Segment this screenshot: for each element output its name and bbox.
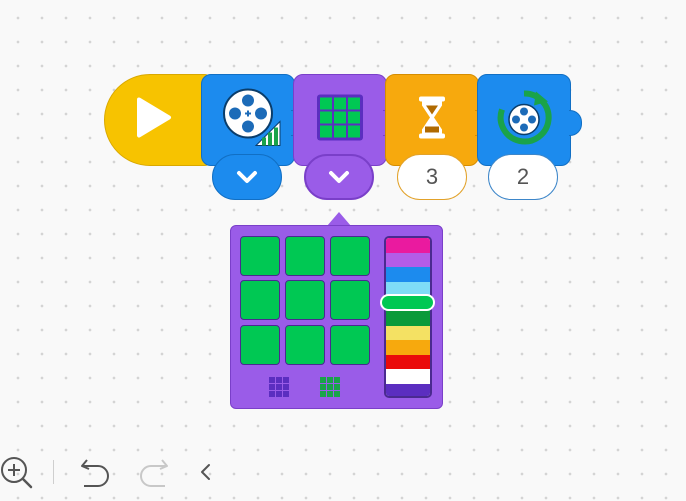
grid-cell[interactable] [285,236,325,276]
hourglass-icon [417,96,447,145]
grid-purple-icon[interactable] [269,377,289,397]
color-palette [384,236,432,398]
color-swatch[interactable] [386,340,430,355]
grid-cell[interactable] [330,280,370,320]
repeat-count-input[interactable]: 2 [488,154,558,200]
grid-cell[interactable] [330,236,370,276]
grid-dropdown-button[interactable] [304,154,374,200]
zoom-in-icon[interactable] [0,454,34,495]
color-swatch[interactable] [386,383,430,396]
animation-dropdown-button[interactable] [212,154,282,200]
popup-arrow [327,212,351,226]
color-swatch[interactable] [386,354,430,370]
color-swatch[interactable] [386,325,430,341]
film-reel-volume-icon [222,88,282,153]
wait-value: 3 [425,164,439,189]
start-block[interactable] [104,74,223,166]
grid-cell[interactable] [285,280,325,320]
grid-cell[interactable] [240,325,280,365]
color-swatch[interactable] [386,369,430,384]
chevron-down-icon [328,164,350,190]
selected-color-swatch[interactable] [380,294,435,311]
chevron-down-icon [236,164,258,190]
collapse-icon[interactable] [198,462,214,487]
undo-icon[interactable] [78,454,112,495]
color-swatch[interactable] [386,238,430,253]
color-swatch[interactable] [386,267,430,282]
loop-film-icon [496,90,552,151]
repeat-block[interactable] [477,74,582,166]
play-animation-block[interactable] [201,74,304,166]
redo-icon[interactable] [137,454,171,495]
play-icon [133,96,173,145]
wait-value-input[interactable]: 3 [397,154,467,200]
grid-cell[interactable] [240,280,280,320]
grid-green-icon[interactable] [320,377,340,397]
wait-block[interactable] [385,74,488,166]
grid-cell[interactable] [330,325,370,365]
toolbar-divider [53,460,54,484]
repeat-count: 2 [516,164,530,189]
grid-icon [317,94,363,146]
grid-cell[interactable] [285,325,325,365]
display-grid-block[interactable] [293,74,396,166]
color-swatch[interactable] [386,252,430,268]
color-swatch[interactable] [386,310,430,326]
grid-cell[interactable] [240,236,280,276]
